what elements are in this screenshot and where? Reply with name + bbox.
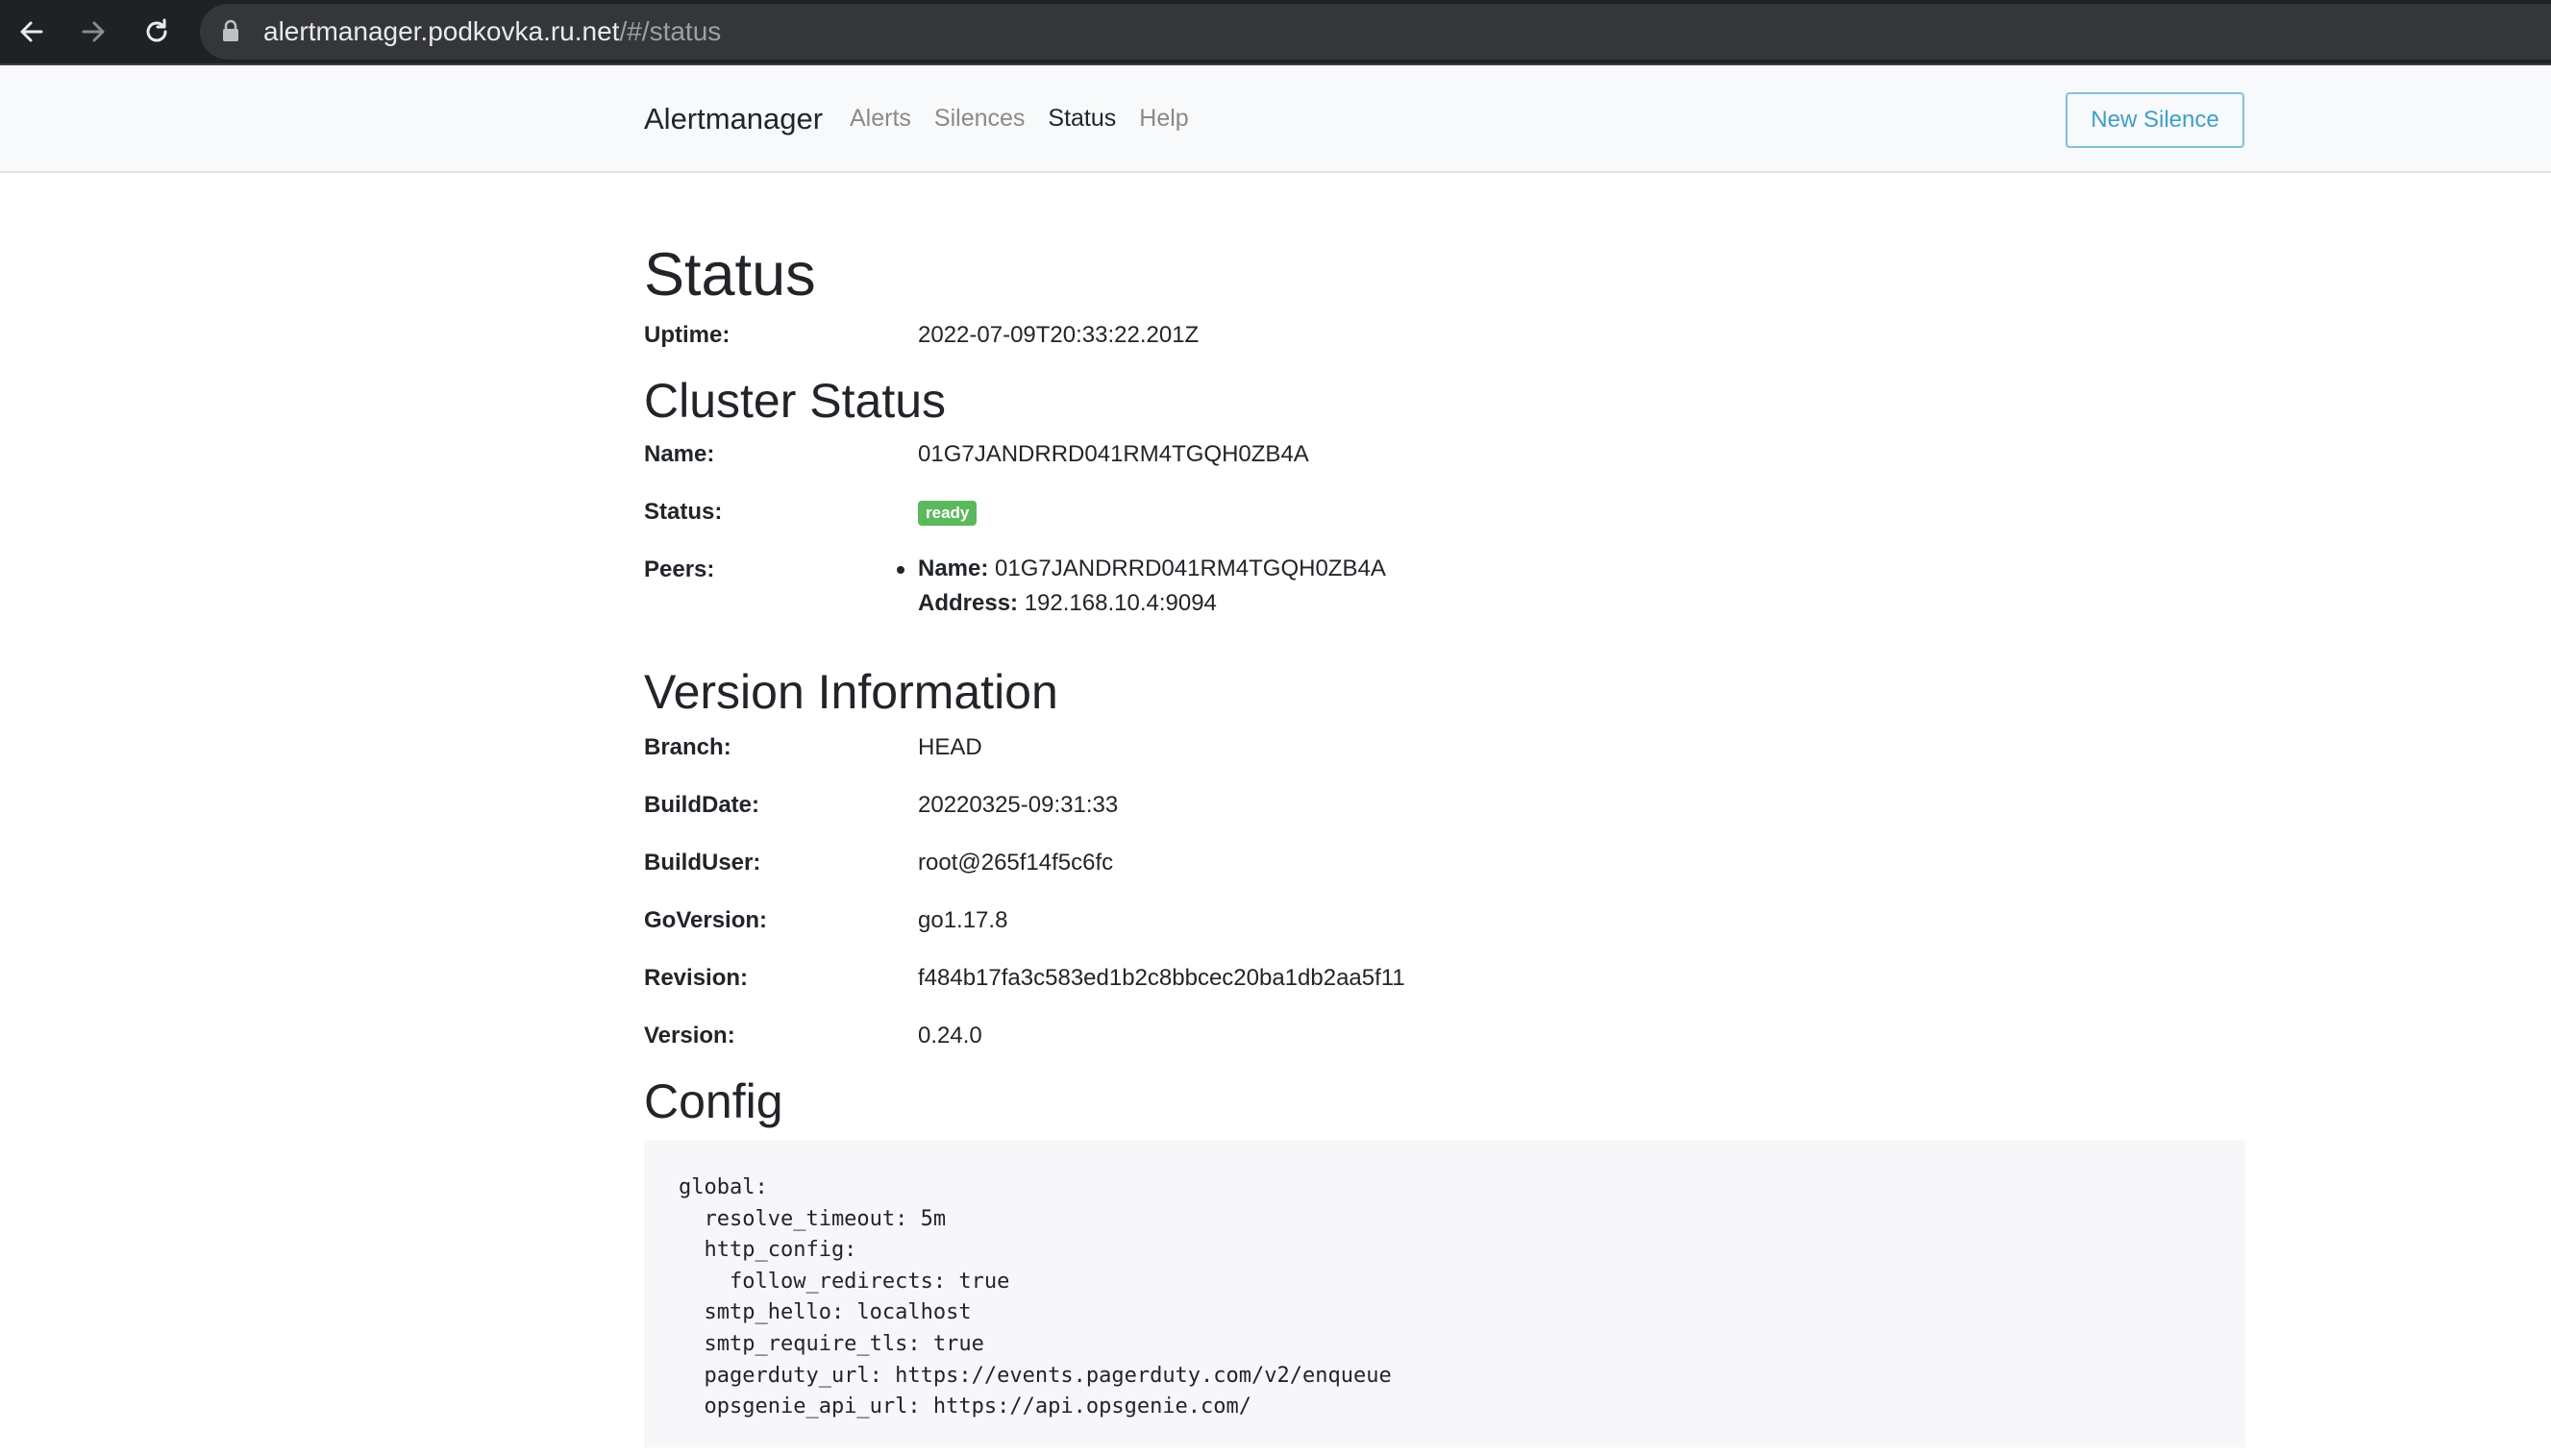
config-heading: Config [644, 1074, 783, 1128]
peers-list: Name: 01G7JANDRRD041RM4TGQH0ZB4A Address… [897, 552, 1386, 621]
app-navbar: Alertmanager Alerts Silences Status Help… [0, 65, 2551, 173]
browser-toolbar: alertmanager.podkovka.ru.net/#/status [0, 0, 2551, 65]
address-bar[interactable]: alertmanager.podkovka.ru.net/#/status [200, 4, 2551, 60]
bullet-icon [897, 566, 904, 574]
cluster-status-label: Status: [644, 499, 723, 525]
back-button[interactable] [10, 10, 54, 54]
build-date-value: 20220325-09:31:33 [918, 792, 1119, 818]
peer-name-value: 01G7JANDRRD041RM4TGQH0ZB4A [995, 555, 1386, 581]
build-date-label: BuildDate: [644, 792, 759, 818]
url-text: alertmanager.podkovka.ru.net/#/status [263, 15, 721, 48]
go-version-label: GoVersion: [644, 907, 768, 933]
brand-link[interactable]: Alertmanager [644, 102, 823, 136]
forward-button[interactable] [71, 10, 115, 54]
new-silence-button[interactable]: New Silence [2066, 92, 2244, 148]
cluster-status-heading: Cluster Status [644, 374, 947, 428]
cluster-name-label: Name: [644, 441, 715, 467]
uptime-value: 2022-07-09T20:33:22.201Z [918, 322, 1200, 348]
peer-item: Name: 01G7JANDRRD041RM4TGQH0ZB4A Address… [897, 552, 1386, 621]
revision-value: f484b17fa3c583ed1b2c8bbcec20ba1db2aa5f11 [918, 965, 1405, 991]
status-badge: ready [918, 501, 978, 526]
url-host: alertmanager.podkovka.ru.net [263, 16, 620, 46]
go-version-value: go1.17.8 [918, 907, 1008, 933]
branch-value: HEAD [918, 734, 982, 760]
peer-name-label: Name: [918, 555, 989, 581]
lock-icon [221, 19, 240, 47]
cluster-name-value: 01G7JANDRRD041RM4TGQH0ZB4A [918, 441, 1309, 467]
nav-link-silences[interactable]: Silences [934, 104, 1026, 133]
arrow-right-icon [82, 21, 105, 42]
reload-button[interactable] [135, 10, 179, 54]
nav-link-alerts[interactable]: Alerts [850, 104, 911, 133]
build-user-label: BuildUser: [644, 850, 761, 876]
uptime-label: Uptime: [644, 322, 731, 348]
build-user-value: root@265f14f5c6fc [918, 850, 1114, 876]
peer-address-value: 192.168.10.4:9094 [1024, 590, 1217, 616]
branch-label: Branch: [644, 734, 731, 760]
version-value: 0.24.0 [918, 1023, 982, 1049]
config-code-block: global: resolve_timeout: 5m http_config:… [644, 1140, 2245, 1447]
peer-address-label: Address: [918, 590, 1019, 616]
version-information-heading: Version Information [644, 665, 1058, 719]
page-title: Status [644, 241, 816, 308]
url-path: /#/status [619, 16, 722, 46]
arrow-left-icon [20, 21, 43, 42]
nav-links: Alerts Silences Status Help [850, 104, 1212, 133]
peers-label: Peers: [644, 556, 715, 582]
nav-link-help[interactable]: Help [1139, 104, 1188, 133]
version-label: Version: [644, 1023, 735, 1049]
config-text: global: resolve_timeout: 5m http_config:… [679, 1175, 1392, 1419]
revision-label: Revision: [644, 965, 749, 991]
nav-link-status[interactable]: Status [1048, 104, 1116, 133]
reload-icon [146, 18, 167, 42]
